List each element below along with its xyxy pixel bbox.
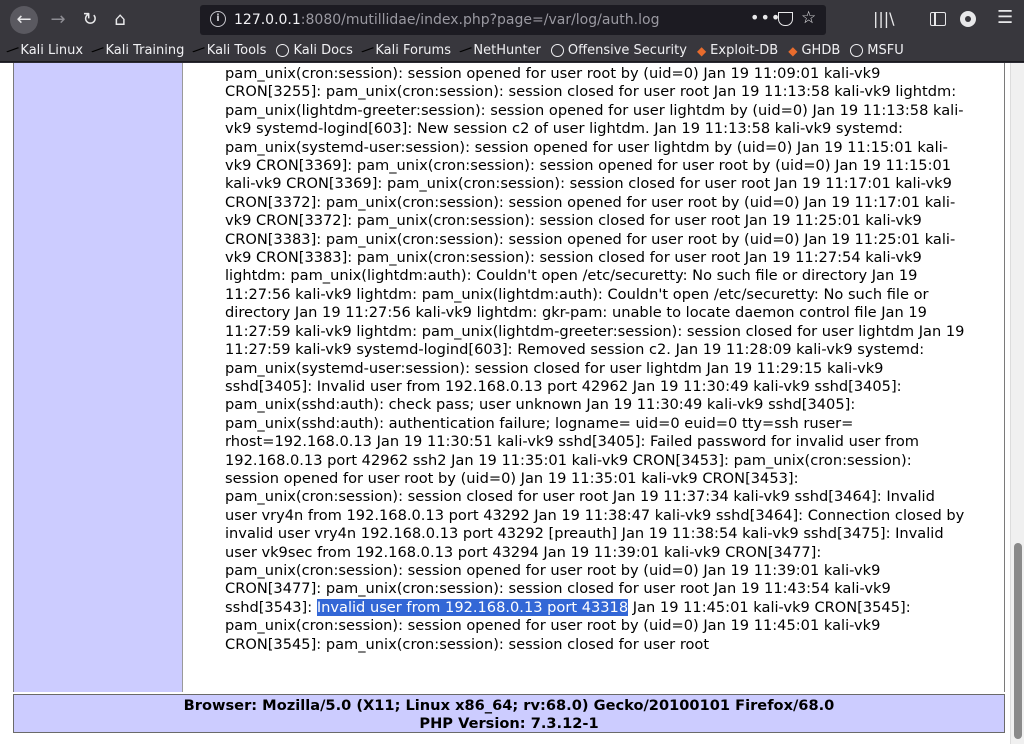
bookmark-msfu[interactable]: MSFU	[850, 43, 904, 58]
exploit-db-icon: ◆	[788, 43, 798, 58]
hamburger-menu-icon[interactable]: ☰	[997, 7, 1013, 28]
globe-icon	[850, 44, 864, 57]
main-content: pam_unix(cron:session): session opened f…	[182, 63, 1005, 692]
bookmark-ghdb[interactable]: ◆ GHDB	[788, 43, 840, 58]
url-text[interactable]: 127.0.0.1:8080/mutillidae/index.php?page…	[234, 12, 659, 28]
selected-log-text[interactable]: Invalid user from 192.168.0.13 port 4331…	[316, 598, 629, 616]
bookmark-kali-forums[interactable]: ⟋ Kali Forums	[360, 41, 451, 59]
footer-info: Browser: Mozilla/5.0 (X11; Linux x86_64;…	[13, 694, 1005, 733]
kali-dragon-icon: ⟋	[458, 41, 473, 59]
bookmark-star-icon[interactable]: ☆	[801, 8, 816, 28]
kali-dragon-icon: ⟋	[191, 41, 206, 59]
reload-icon[interactable]: ↻	[76, 6, 104, 34]
left-menu-panel	[13, 63, 183, 692]
forward-arrow-icon[interactable]: →	[44, 6, 72, 34]
library-icon[interactable]: |||\	[873, 9, 895, 28]
auth-log-text: pam_unix(cron:session): session opened f…	[225, 65, 970, 654]
bookmark-kali-training[interactable]: ⟋ Kali Training	[90, 41, 184, 59]
exploit-db-icon: ◆	[696, 43, 707, 58]
page-actions-icon[interactable]: •••	[750, 8, 781, 27]
pocket-icon[interactable]	[778, 12, 793, 26]
scrollbar-thumb[interactable]	[1014, 543, 1022, 739]
log-text-before: pam_unix(cron:session): session opened f…	[225, 65, 965, 616]
sidebar-toggle-icon[interactable]	[930, 12, 946, 26]
bookmark-exploit-db[interactable]: ◆ Exploit-DB	[697, 43, 778, 58]
url-bar[interactable]: i 127.0.0.1:8080/mutillidae/index.php?pa…	[200, 5, 826, 35]
globe-icon	[550, 44, 564, 57]
globe-icon	[276, 44, 290, 57]
bookmark-kali-tools[interactable]: ⟋ Kali Tools	[191, 41, 267, 59]
kali-dragon-icon: ⟋	[360, 41, 375, 59]
bookmark-kali-linux[interactable]: ⟋ Kali Linux	[5, 41, 83, 59]
back-arrow-icon[interactable]: ←	[10, 6, 38, 34]
bookmarks-toolbar: ⟋ Kali Linux ⟋ Kali Training ⟋ Kali Tools K…	[0, 40, 1024, 62]
account-icon[interactable]	[960, 11, 976, 27]
page-viewport: pam_unix(cron:session): session opened f…	[0, 63, 1024, 744]
browser-toolbar: ← → ↻ ⌂ i 127.0.0.1:8080/mutillidae/inde…	[0, 0, 1024, 40]
kali-dragon-icon: ⟋	[5, 41, 20, 59]
browser-user-agent: Browser: Mozilla/5.0 (X11; Linux x86_64;…	[183, 697, 835, 714]
bookmark-nethunter[interactable]: ⟋ NetHunter	[458, 41, 541, 59]
bookmark-kali-docs[interactable]: Kali Docs	[276, 43, 353, 58]
kali-dragon-icon: ⟋	[90, 41, 105, 59]
home-icon[interactable]: ⌂	[106, 6, 134, 34]
php-version: PHP Version: 7.3.12-1	[419, 715, 599, 732]
bookmark-offensive-security[interactable]: Offensive Security	[550, 43, 687, 58]
site-info-icon[interactable]: i	[210, 11, 226, 27]
vertical-scrollbar[interactable]	[1010, 63, 1024, 744]
